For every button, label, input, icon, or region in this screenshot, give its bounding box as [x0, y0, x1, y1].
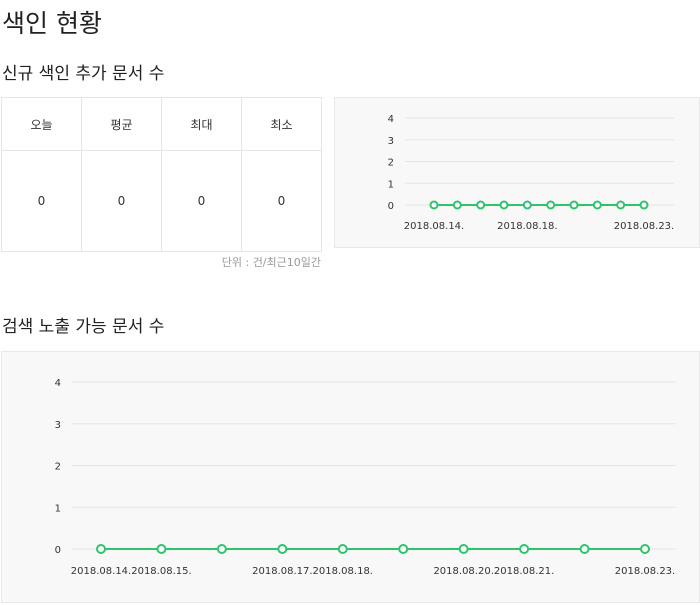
data-point	[640, 544, 650, 554]
page-title: 색인 현황	[2, 9, 102, 38]
unit-note: 단위 : 건/최근10일간	[221, 256, 321, 269]
x-tick-label: 2018.08.14.	[71, 566, 131, 577]
x-tick-label: 2018.08.21.	[494, 566, 554, 577]
search-exposure-chart-svg: 012342018.08.14. 2018.08.15. 2018.08.17. 20…	[55, 378, 676, 577]
data-point	[519, 544, 530, 554]
y-tick-label: 2	[388, 158, 394, 169]
y-tick-label: 1	[55, 503, 61, 514]
data-point	[156, 544, 167, 554]
section-title-new-index: 신규 색인 추가 문서 수	[2, 64, 165, 84]
data-point	[277, 544, 288, 554]
stats-header-today: 오늘	[1, 97, 82, 151]
x-tick-label: 2018.08.18.	[497, 221, 557, 232]
stats-value-row: 0 0 0 0	[1, 150, 322, 252]
stats-header-average: 평균	[81, 97, 162, 151]
section-title-search-exposure: 검색 노출 가능 문서 수	[2, 317, 165, 337]
y-tick-label: 3	[388, 136, 394, 147]
data-point	[499, 200, 509, 210]
data-point	[216, 544, 227, 554]
data-point	[616, 200, 626, 210]
y-tick-label: 4	[55, 378, 61, 389]
stats-header-min: 최소	[241, 97, 322, 151]
y-tick-label: 0	[388, 201, 394, 212]
stats-value-max: 0	[161, 150, 242, 252]
y-tick-label: 4	[388, 114, 394, 125]
y-tick-label: 3	[55, 420, 61, 431]
data-point	[639, 200, 649, 210]
data-point	[398, 544, 409, 554]
x-tick-label: 2018.08.23.	[615, 566, 675, 577]
stats-value-min: 0	[241, 150, 322, 252]
data-point	[579, 544, 590, 554]
x-tick-label: 2018.08.14.	[404, 221, 464, 232]
stats-header-max: 최대	[161, 97, 242, 151]
y-tick-label: 2	[55, 462, 61, 473]
data-point	[592, 200, 602, 210]
data-point	[476, 200, 486, 210]
data-point	[522, 200, 532, 210]
y-tick-label: 1	[388, 179, 394, 190]
stats-header-row: 오늘 평균 최대 최소	[1, 97, 322, 151]
data-point	[96, 544, 106, 554]
x-tick-label: 2018.08.20.	[433, 566, 493, 577]
data-point	[458, 544, 469, 554]
data-point	[337, 544, 348, 554]
data-point	[452, 200, 462, 210]
x-tick-label: 2018.08.23.	[614, 221, 674, 232]
data-point	[569, 200, 579, 210]
x-tick-label: 2018.08.15.	[131, 566, 191, 577]
stats-value-average: 0	[81, 150, 162, 252]
new-index-chart: 0 1 2 3 4 2018.08.14. 2018.08.18. 2018.08.23.	[334, 97, 700, 248]
data-point	[546, 200, 556, 210]
y-tick-label: 0	[55, 545, 61, 556]
data-point	[429, 200, 439, 210]
new-index-chart-svg: 0 1 2 3 4 2018.08.14. 2018.08.18. 2018.08.23.	[388, 114, 675, 232]
x-tick-label: 2018.08.17.	[252, 566, 312, 577]
stats-value-today: 0	[1, 150, 82, 252]
search-exposure-chart: 0 1 2 3 4 2018.08.14. 2018.08.15. 2018.08.17. 20…	[1, 351, 700, 603]
new-index-stats-table: 오늘 평균 최대 최소 0 0 0 0	[1, 97, 322, 252]
x-tick-label: 2018.08.18.	[313, 566, 373, 577]
